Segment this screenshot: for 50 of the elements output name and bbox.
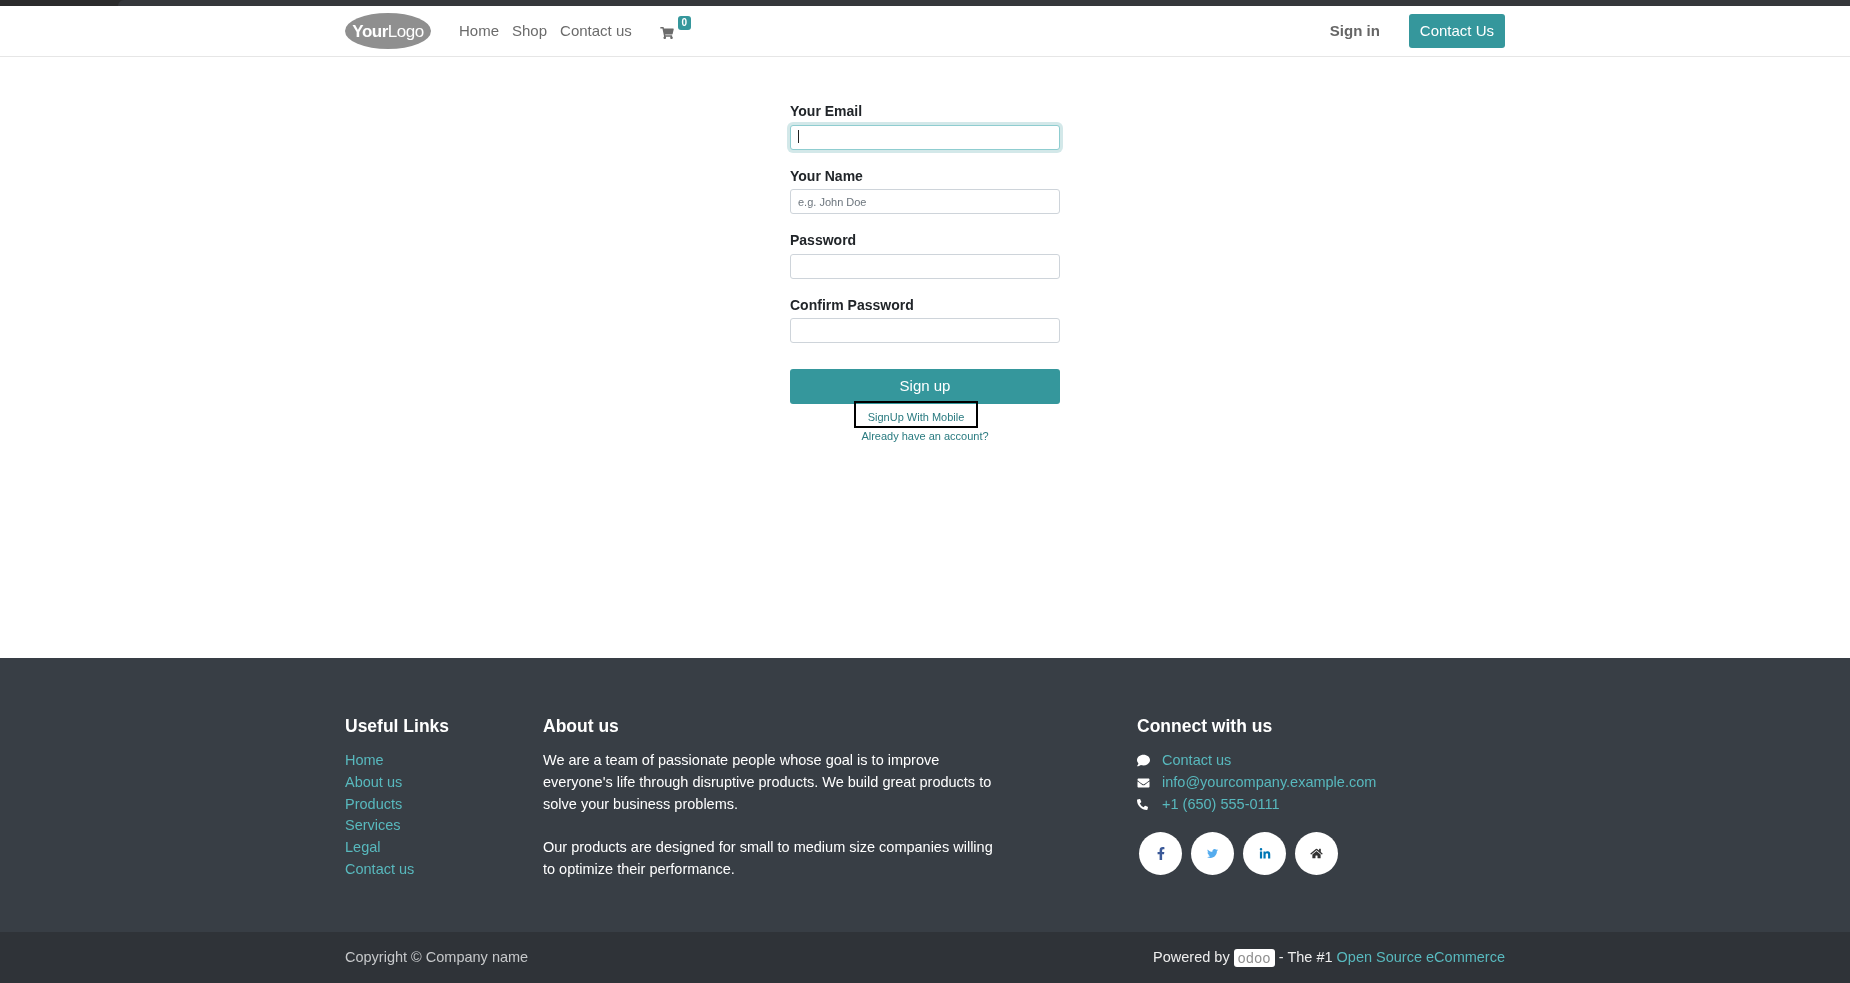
field-label: Your Email xyxy=(790,102,864,121)
input-field[interactable] xyxy=(790,318,1060,343)
footer-link[interactable]: Contact us xyxy=(345,858,415,881)
envelope-icon xyxy=(1137,776,1150,789)
signup-with-mobile-link[interactable]: SignUp With Mobile xyxy=(853,401,979,428)
copyright-text: Copyright © Company name xyxy=(345,947,529,967)
field-label: Confirm Password xyxy=(790,295,915,315)
footer-link[interactable]: Services xyxy=(345,815,401,837)
field-label: Your Name xyxy=(790,166,864,186)
facebook-icon xyxy=(1156,847,1165,861)
social-button[interactable] xyxy=(1295,832,1338,876)
sign-in-link[interactable]: Sign in xyxy=(1329,19,1380,43)
input-field[interactable] xyxy=(790,124,1060,150)
social-button[interactable] xyxy=(1243,832,1286,876)
footer-heading: Useful Links xyxy=(345,715,450,738)
linkedin-icon xyxy=(1258,847,1271,860)
footer-heading: About us xyxy=(543,715,619,738)
footer-link[interactable]: About us xyxy=(345,771,403,794)
nav-link[interactable]: Shop xyxy=(512,19,548,43)
about-paragraph: We are a team of passionate people whose goal is to improve everyone's life through disruptive products. We build great products to solve your business problems. xyxy=(543,751,993,814)
logo-badge[interactable]: odoo xyxy=(1233,948,1275,967)
social-button[interactable] xyxy=(1191,832,1234,876)
footer-link[interactable]: Products xyxy=(345,793,403,816)
field-label: Password xyxy=(790,231,858,250)
social-button[interactable] xyxy=(1139,832,1182,876)
footer-heading: Connect with us xyxy=(1137,715,1273,738)
powered-by-text: Powered by xyxy=(1153,947,1230,967)
tagline-text: - The #1 xyxy=(1278,947,1333,967)
login-link[interactable]: Already have an account? xyxy=(861,429,989,443)
cart-icon[interactable] xyxy=(659,27,674,39)
input-field[interactable]: e.g. John Doe xyxy=(790,189,1060,214)
input-field[interactable] xyxy=(790,253,1060,279)
logo[interactable]: YourLogo xyxy=(345,13,431,49)
phone-icon xyxy=(1137,798,1148,810)
nav-link[interactable]: Home xyxy=(459,19,499,43)
cart-count: 0 xyxy=(677,16,691,30)
footer-link[interactable]: Home xyxy=(345,750,384,772)
contact-link[interactable]: info@yourcompany.example.com xyxy=(1162,771,1377,794)
home-icon xyxy=(1310,848,1323,860)
text-cursor xyxy=(798,130,799,143)
contact-link[interactable]: Contact us xyxy=(1162,750,1232,772)
contact-us-button[interactable]: Contact Us xyxy=(1408,14,1505,48)
bird-icon xyxy=(1206,848,1219,860)
ecommerce-link[interactable]: Open Source eCommerce xyxy=(1336,946,1505,969)
footer-link[interactable]: Legal xyxy=(345,837,381,859)
sign-up-button[interactable]: Sign up xyxy=(790,369,1060,404)
speech-bubble-icon xyxy=(1137,754,1150,768)
about-paragraph: Our products are designed for small to medium size companies willing to optimize their performance. xyxy=(543,838,994,879)
contact-link[interactable]: +1 (650) 555-0111 xyxy=(1162,793,1280,816)
nav-link[interactable]: Contact us xyxy=(560,19,632,43)
